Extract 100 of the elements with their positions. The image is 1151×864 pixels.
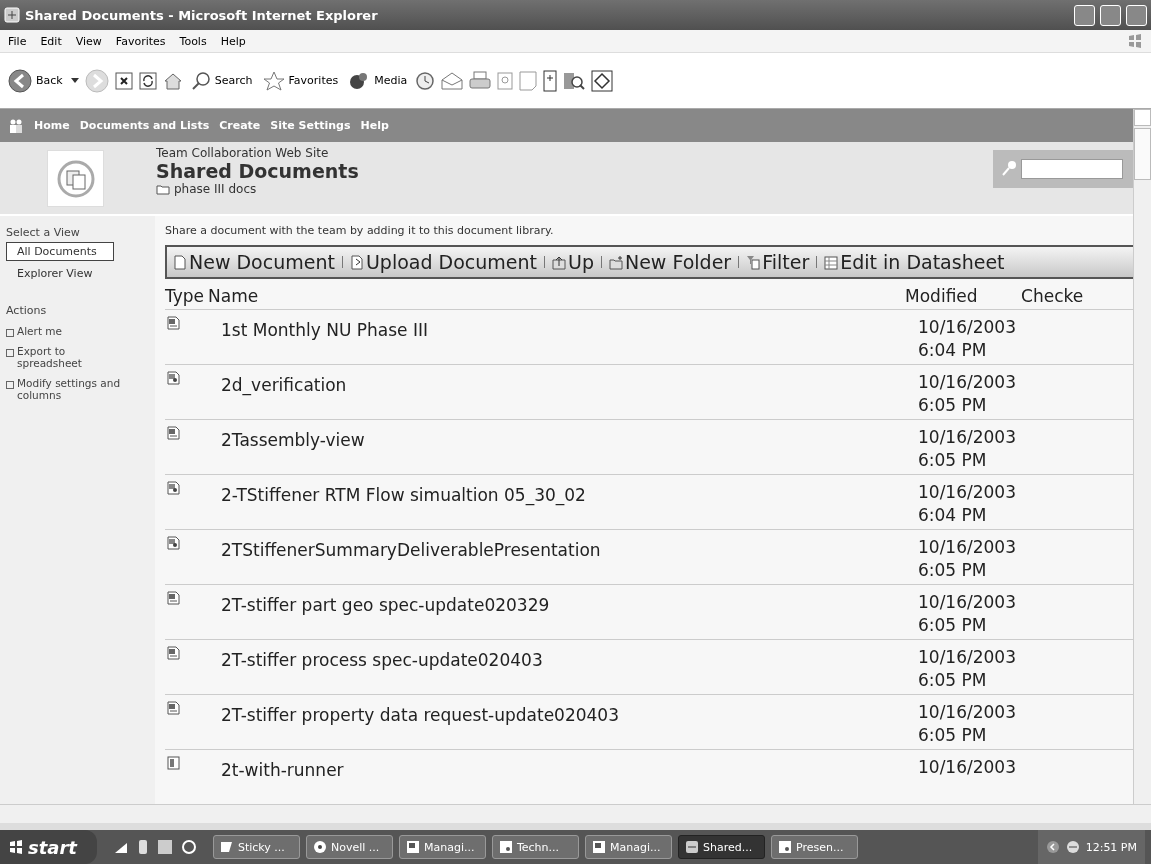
window-title: Shared Documents - Microsoft Internet Explorer — [25, 7, 379, 23]
command-button[interactable]: Upload Document — [349, 251, 537, 274]
action-link[interactable]: Modify settings and columns — [17, 377, 126, 401]
chevron-icon[interactable] — [1045, 840, 1060, 854]
description-text: Share a document with the team by adding it to this document library. — [165, 224, 555, 237]
people-icon — [8, 117, 24, 134]
application-icon — [219, 839, 234, 855]
nav-link[interactable]: Site Settings — [270, 119, 351, 132]
command-button[interactable]: New Folder — [608, 251, 732, 274]
bullet-icon — [6, 349, 14, 357]
modified-date: 10/16/2003 — [918, 591, 1017, 614]
book-search-icon[interactable] — [563, 70, 586, 91]
menu-item[interactable]: File — [8, 34, 27, 48]
taskbar-button[interactable]: Sticky ... — [212, 835, 300, 859]
menu-item[interactable]: Help — [220, 34, 246, 48]
menu-item[interactable]: Favorites — [115, 34, 166, 48]
filter-icon — [746, 254, 761, 270]
search-field[interactable] — [1021, 159, 1123, 179]
taskbar-button[interactable]: Presen... — [770, 835, 858, 859]
site-name: Team Collaboration Web Site — [156, 146, 330, 160]
folder-link[interactable]: phase III docs — [174, 182, 257, 196]
document-link[interactable]: 2d_verification — [221, 375, 347, 395]
nav-link[interactable]: Home — [34, 119, 70, 132]
command-button[interactable]: New Document — [173, 251, 335, 274]
modified-time: 6:05 PM — [918, 614, 988, 637]
phone-icon[interactable] — [136, 839, 149, 855]
taskbar-button[interactable]: Techn... — [491, 835, 579, 859]
application-icon — [777, 839, 792, 855]
menu-item[interactable]: View — [75, 34, 102, 48]
presentation-document-icon — [167, 536, 180, 550]
modified-time: 6:05 PM — [918, 669, 988, 692]
nav-link[interactable]: Help — [360, 119, 389, 132]
action-link[interactable]: Export to spreadsheet — [17, 345, 126, 369]
nav-link[interactable]: Documents and Lists — [79, 119, 210, 132]
document-icon[interactable] — [543, 69, 558, 92]
new-page-icon — [173, 254, 187, 270]
modified-time: 6:04 PM — [918, 339, 988, 362]
refresh-icon[interactable] — [138, 71, 157, 90]
modified-date: 10/16/2003 — [918, 536, 1017, 559]
printer-icon[interactable] — [469, 70, 492, 91]
bullet-icon — [6, 381, 14, 389]
view-link[interactable]: All Documents — [6, 242, 114, 261]
diamond-icon[interactable] — [591, 69, 614, 92]
document-link[interactable]: 2T-stiffer part geo spec-update020329 — [221, 595, 550, 615]
modified-time: 6:05 PM — [918, 559, 988, 582]
column-header[interactable]: Type — [165, 286, 205, 306]
command-button[interactable]: Up — [551, 251, 594, 274]
presentation-document-icon — [167, 481, 180, 495]
start-button[interactable]: start — [0, 830, 97, 864]
menu-item[interactable]: Tools — [179, 34, 207, 48]
nav-link[interactable]: Create — [219, 119, 261, 132]
page-title: Shared Documents — [156, 160, 360, 182]
modified-date: 10/16/2003 — [918, 371, 1017, 394]
column-header[interactable]: Modified — [905, 286, 1022, 306]
bullet-icon — [6, 329, 14, 337]
maximize-button[interactable] — [1100, 4, 1121, 26]
view-link[interactable]: Explorer View — [6, 264, 114, 283]
clock-icon[interactable] — [415, 70, 436, 91]
menu-item[interactable]: Edit — [40, 34, 62, 48]
word-document-icon — [167, 646, 180, 660]
taskbar-button[interactable]: Shared... — [677, 835, 765, 859]
document-link[interactable]: 2Tassembly-view — [221, 430, 365, 450]
presentation-document-icon — [167, 371, 180, 385]
stop-icon[interactable] — [114, 71, 133, 90]
home-icon[interactable] — [162, 71, 183, 90]
envelope-icon[interactable] — [441, 71, 464, 90]
taskbar-button[interactable]: Managi... — [398, 835, 486, 859]
command-button[interactable]: Filter — [746, 251, 810, 274]
windows-logo-icon — [1127, 33, 1143, 49]
application-icon — [498, 839, 513, 855]
taskbar-button[interactable]: Managi... — [584, 835, 672, 859]
vertical-scrollbar[interactable] — [1133, 109, 1151, 804]
toolbar-button[interactable]: Favorites — [260, 68, 341, 93]
minimize-button[interactable] — [1074, 4, 1095, 26]
document-link[interactable]: 2TStiffenerSummaryDeliverablePresentation — [221, 540, 601, 560]
page-icon[interactable] — [497, 71, 514, 90]
up-folder-icon — [551, 254, 566, 270]
document-link[interactable]: 1st Monthly NU Phase III — [221, 320, 428, 340]
action-link[interactable]: Alert me — [17, 325, 63, 337]
document-link[interactable]: 2T-stiffer property data request-update020403 — [221, 705, 619, 725]
dropdown-caret-icon[interactable] — [70, 77, 79, 84]
taskbar-button[interactable]: Novell ... — [305, 835, 393, 859]
modified-time: 6:05 PM — [918, 394, 988, 417]
close-button[interactable] — [1126, 4, 1147, 26]
back-button[interactable]: Back — [6, 66, 65, 95]
app-icon[interactable] — [156, 839, 173, 855]
toolbar-button[interactable]: Media — [346, 68, 410, 93]
document-link[interactable]: 2t-with-runner — [221, 760, 344, 780]
column-header[interactable]: Name — [208, 286, 906, 306]
column-header[interactable]: Checke — [1021, 286, 1084, 306]
sidebar-heading: Actions — [6, 304, 48, 317]
command-button[interactable]: Edit in Datasheet — [824, 251, 1005, 274]
clock: 12:51 PM — [1085, 840, 1137, 854]
word-document-icon — [167, 591, 180, 605]
document-link[interactable]: 2-TStiffener RTM Flow simualtion 05_30_02 — [221, 485, 586, 505]
toolbar-button[interactable]: Search — [188, 68, 255, 93]
horizontal-scrollbar[interactable] — [0, 804, 1151, 823]
document-link[interactable]: 2T-stiffer process spec-update020403 — [221, 650, 543, 670]
application-icon — [405, 839, 420, 855]
word-document-icon — [167, 701, 180, 715]
